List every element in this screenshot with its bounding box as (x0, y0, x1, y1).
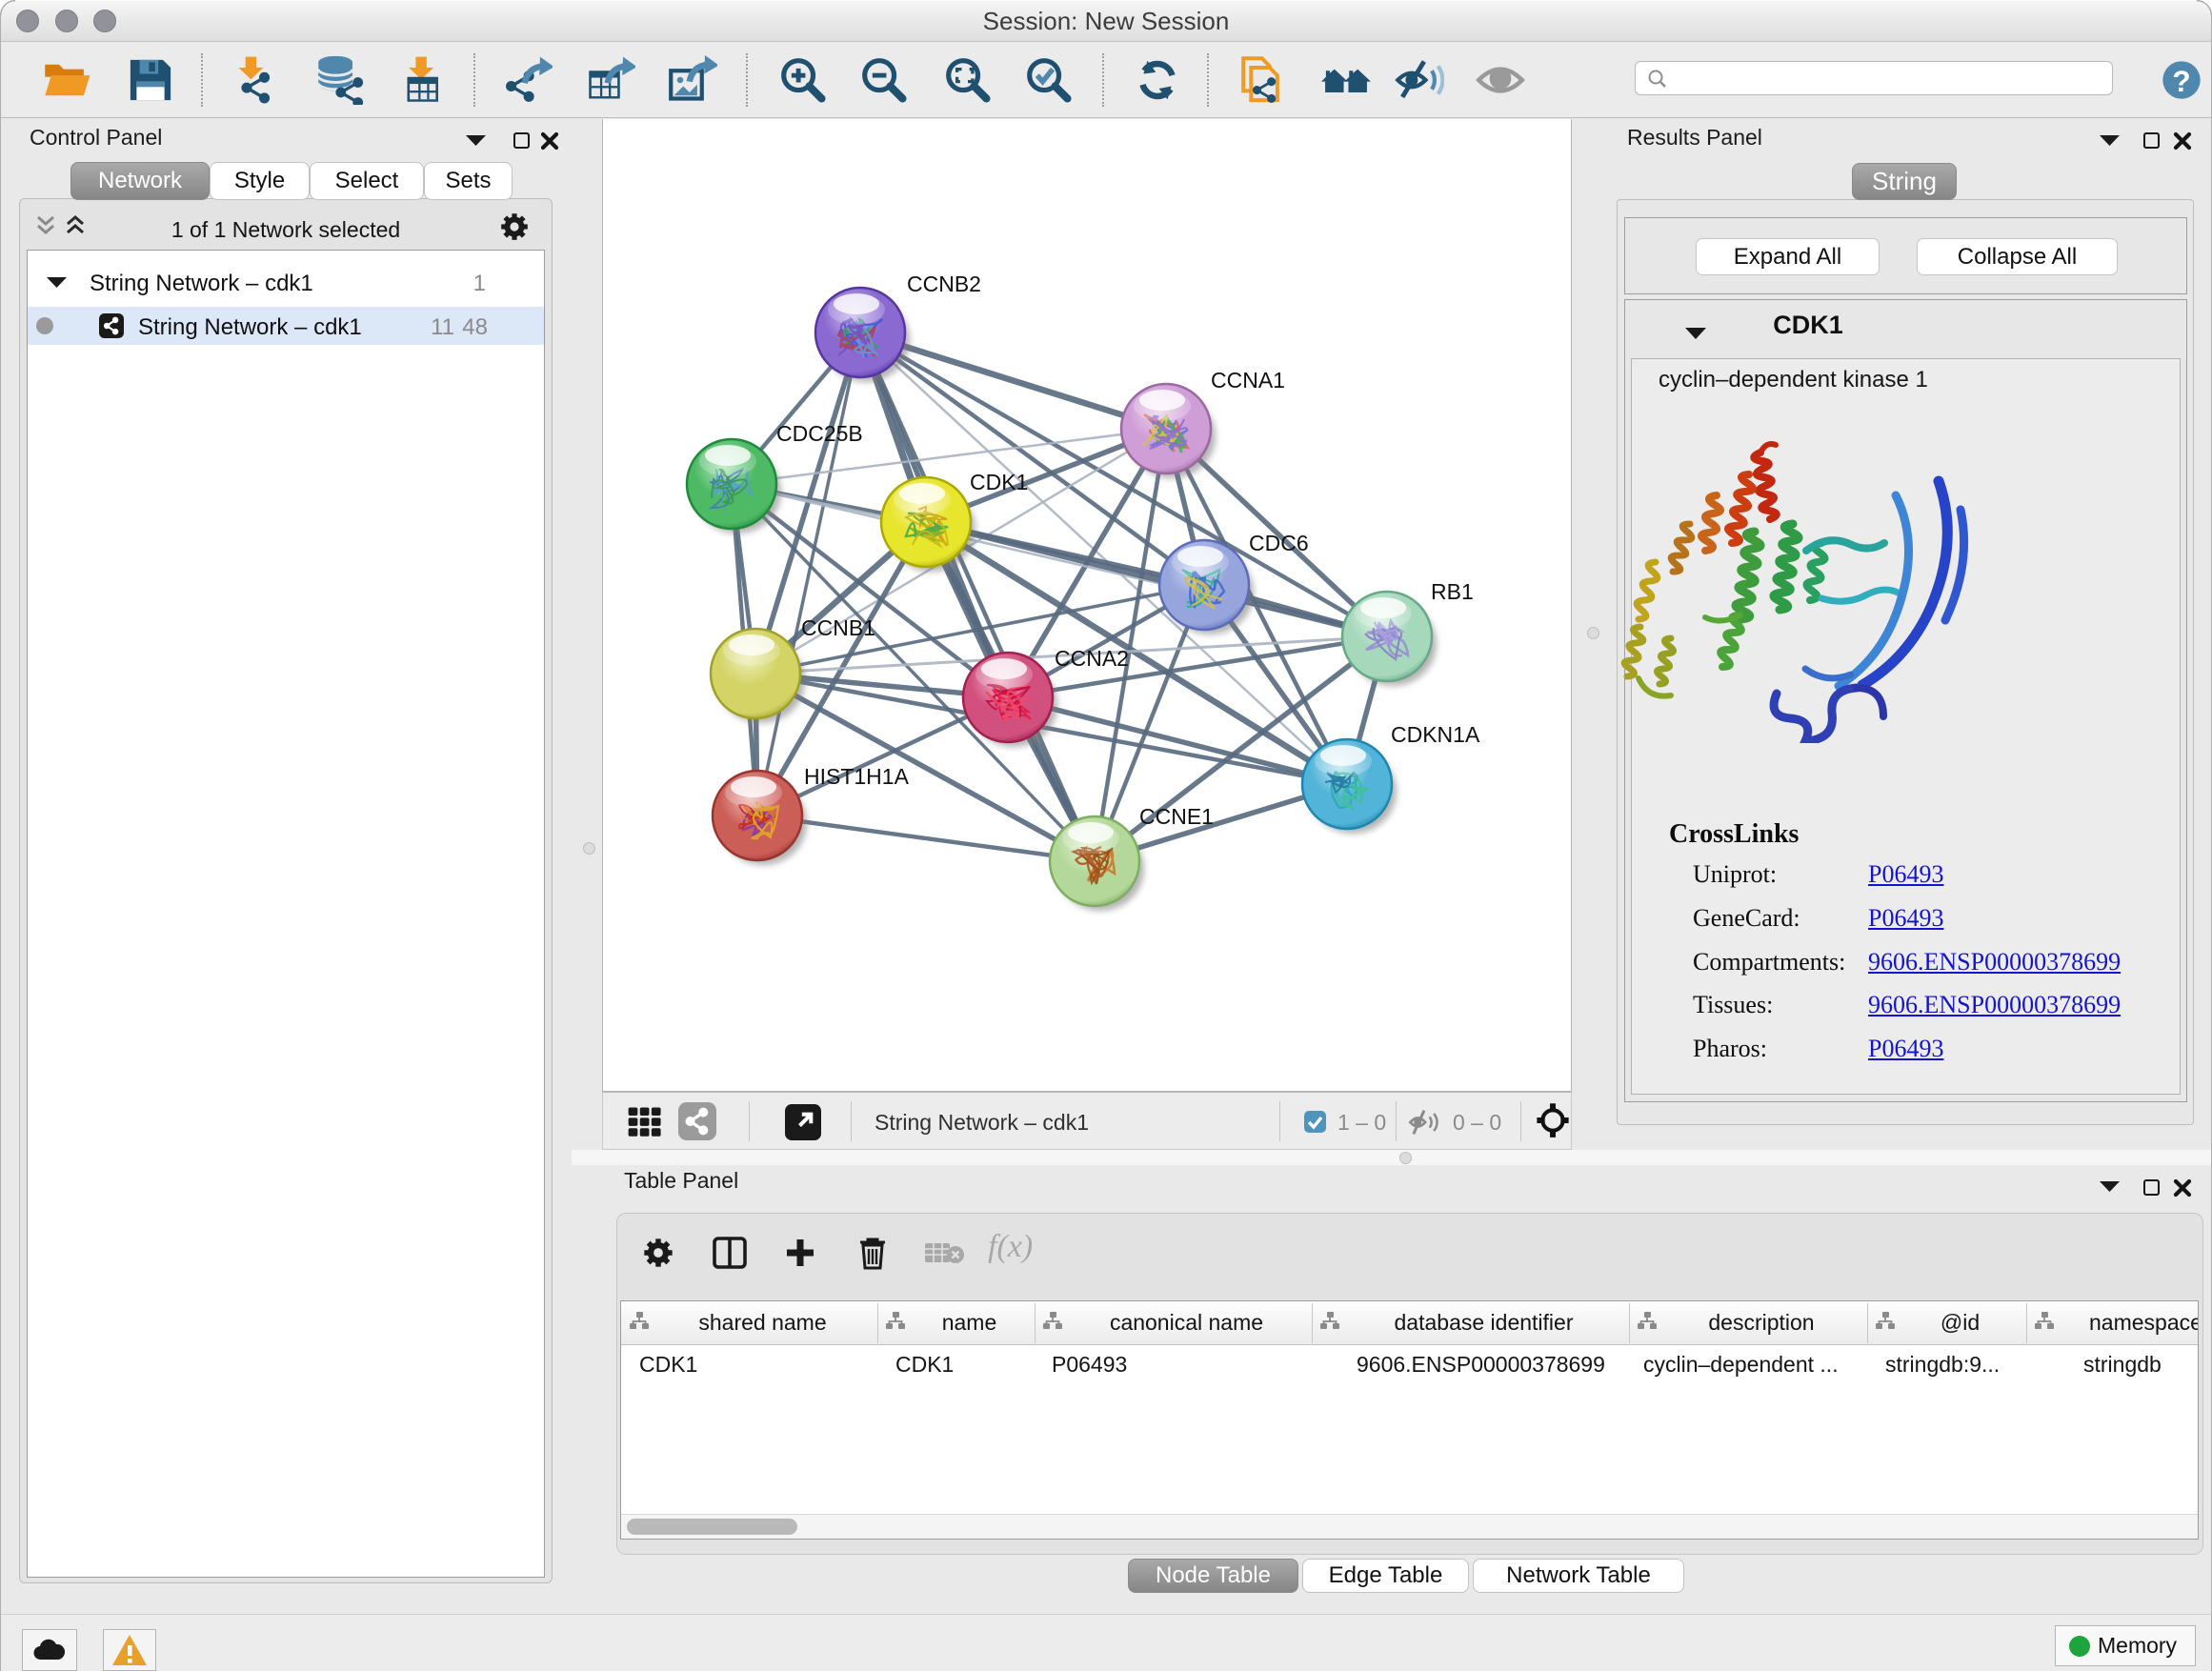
svg-text:CDC25B: CDC25B (776, 421, 863, 446)
svg-text:?: ? (2172, 64, 2190, 98)
svg-text:CDC6: CDC6 (1249, 531, 1309, 555)
svg-text:CCNE1: CCNE1 (1139, 804, 1214, 829)
svg-text:CDKN1A: CDKN1A (1391, 722, 1480, 747)
svg-text:CDK1: CDK1 (970, 470, 1028, 494)
svg-text:CCNB1: CCNB1 (801, 615, 875, 640)
svg-text:CCNA1: CCNA1 (1211, 368, 1285, 393)
svg-text:RB1: RB1 (1431, 579, 1474, 604)
svg-text:HIST1H1A: HIST1H1A (804, 764, 910, 789)
svg-text:CCNB2: CCNB2 (907, 272, 981, 296)
svg-text:CCNA2: CCNA2 (1055, 646, 1129, 671)
